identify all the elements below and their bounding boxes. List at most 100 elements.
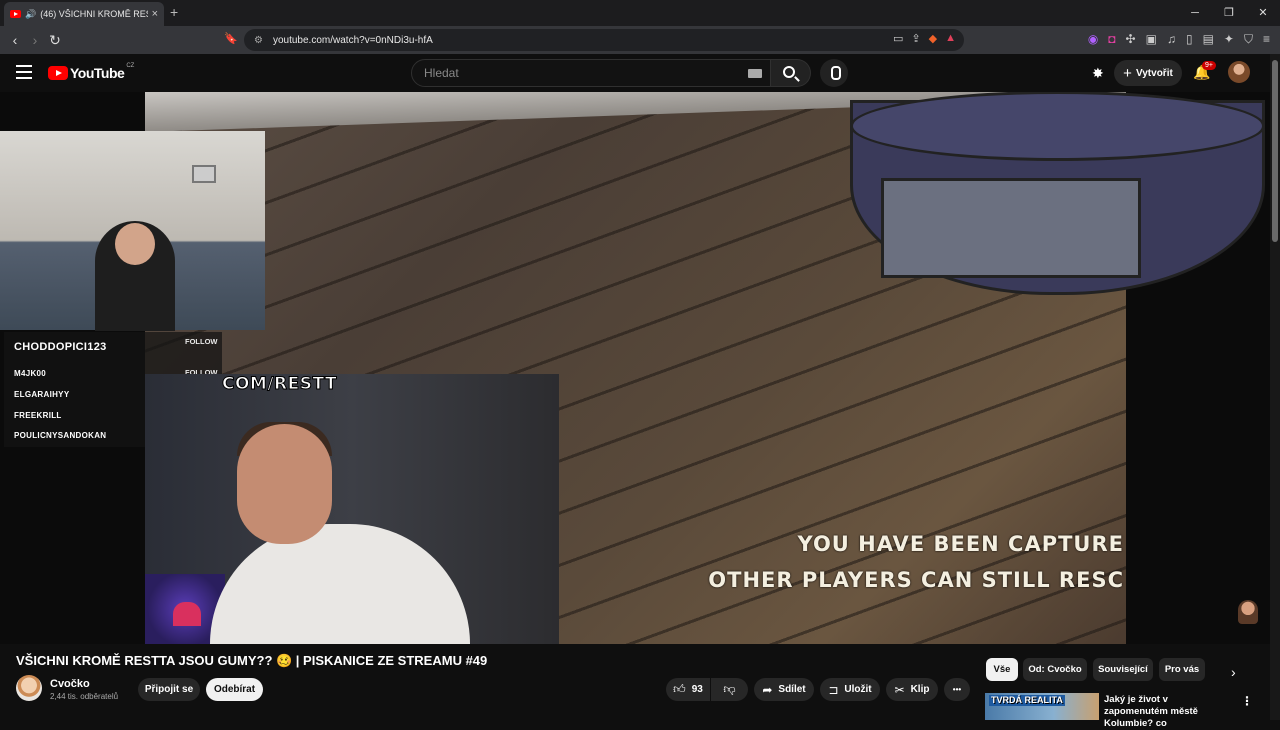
streamer-webcam-1 xyxy=(0,131,265,331)
save-label: Uložit xyxy=(844,684,872,695)
sidebar-icon[interactable]: ▯ xyxy=(1186,32,1193,47)
share-arrow-icon: ➦ xyxy=(762,682,773,697)
follower-row: FREEKRILL xyxy=(14,411,62,420)
clip-button[interactable]: ✂ Klip xyxy=(886,678,938,701)
browser-tabbar: 🔊 (46) VŠICHNI KROMĚ RESTTA × + ─ ❐ ✕ xyxy=(0,0,1280,26)
join-label: Připojit se xyxy=(144,684,194,695)
robot-lid xyxy=(850,92,1265,161)
stream-url-banner: COM/RESTT xyxy=(221,374,338,395)
wallet-icon[interactable]: ▤ xyxy=(1203,32,1214,47)
site-info-icon[interactable]: ⚙ xyxy=(254,35,263,46)
plus-icon: + xyxy=(1123,64,1132,82)
recommendation-title[interactable]: Jaký je život v zapomenutém městě Kolumb… xyxy=(1104,694,1234,730)
subscribe-button[interactable]: Odebírat xyxy=(206,678,263,701)
share-button[interactable]: ➦ Sdílet xyxy=(754,678,814,701)
thumbnail-text: TVRDÁ REALITA xyxy=(989,695,1065,706)
chevron-right-icon[interactable]: › xyxy=(1231,664,1236,680)
window-controls: ─ ❐ ✕ xyxy=(1178,0,1280,26)
clip-label: Klip xyxy=(910,684,930,695)
follower-row: ELGARAIHYY xyxy=(14,390,70,399)
channel-name[interactable]: Cvočko xyxy=(50,678,90,690)
subscribe-label: Odebírat xyxy=(213,684,256,695)
hamburger-menu-icon[interactable] xyxy=(16,65,32,79)
youtube-favicon-icon xyxy=(10,10,21,18)
create-label: Vytvořit xyxy=(1135,67,1173,79)
streamer-head xyxy=(115,223,155,265)
notification-badge: 9+ xyxy=(1202,61,1216,70)
streamer-face xyxy=(237,424,332,544)
channel-avatar[interactable] xyxy=(16,675,42,701)
cast-yt-icon[interactable]: ✸ xyxy=(1092,65,1104,82)
video-player[interactable]: YOU HAVE BEEN CAPTURE OTHER PLAYERS CAN … xyxy=(0,92,1270,644)
voice-search-button[interactable] xyxy=(820,59,848,87)
search-button[interactable] xyxy=(771,59,811,87)
join-button[interactable]: Připojit se xyxy=(138,678,200,701)
vpn-shield-icon[interactable]: ⛉ xyxy=(1244,32,1253,47)
scissors-icon: ✂ xyxy=(894,682,905,697)
recommendation-more-icon[interactable]: ⋮ xyxy=(1241,694,1253,708)
media-icon[interactable]: ♫ xyxy=(1167,32,1176,47)
cast-icon[interactable]: ▭ xyxy=(893,32,903,45)
thumbs-down-icon: 👎︎ xyxy=(723,682,736,696)
recommendation-thumbnail[interactable]: TVRDÁ REALITA xyxy=(985,693,1099,720)
search-box xyxy=(411,59,771,87)
extension-pink-icon[interactable]: ◘ xyxy=(1108,32,1115,47)
search-input[interactable] xyxy=(412,60,712,86)
save-button[interactable]: ⊐ Uložit xyxy=(820,678,880,701)
subscriber-count: 2,44 tis. odběratelů xyxy=(50,692,119,701)
speaker-icon[interactable]: 🔊 xyxy=(25,9,36,20)
account-avatar[interactable] xyxy=(1228,61,1250,83)
scrollbar-thumb[interactable] xyxy=(1272,60,1278,242)
youtube-logo[interactable]: YouTube CZ xyxy=(48,63,135,81)
like-button[interactable]: 👍︎ 93 xyxy=(666,678,710,701)
chip-for-you[interactable]: Pro vás xyxy=(1159,658,1205,681)
save-bookmark-icon: ⊐ xyxy=(828,682,839,697)
share-page-icon[interactable]: ⇪ xyxy=(911,32,920,45)
extensions-area: ◉ ◘ ✣ ▣ ♫ ▯ ▤ ✦ ⛉ ≡ xyxy=(1088,32,1270,47)
extensions-puzzle-icon[interactable]: ✣ xyxy=(1126,32,1136,47)
youtube-play-icon xyxy=(48,66,68,80)
new-tab-button[interactable]: + xyxy=(170,4,178,20)
robot-vacuum xyxy=(850,92,1265,295)
tab-title: (46) VŠICHNI KROMĚ RESTTA xyxy=(40,9,147,19)
url-text: youtube.com/watch?v=0nNDi3u-hfA xyxy=(272,34,433,46)
screenshot-icon[interactable]: ▣ xyxy=(1146,32,1157,47)
share-label: Sdílet xyxy=(778,684,806,695)
wall-picture xyxy=(192,165,216,183)
browser-menu-icon[interactable]: ≡ xyxy=(1263,32,1270,47)
page-scrollbar[interactable] xyxy=(1270,54,1280,720)
create-button[interactable]: + Vytvořit xyxy=(1114,60,1182,86)
robot-window xyxy=(881,178,1141,278)
chip-all[interactable]: Vše xyxy=(986,658,1018,681)
floating-avatar-icon[interactable] xyxy=(1238,600,1258,624)
chip-from-channel[interactable]: Od: Cvočko xyxy=(1023,658,1087,681)
dislike-button[interactable]: 👎︎ xyxy=(711,678,748,701)
keyboard-icon[interactable] xyxy=(748,69,762,78)
search-icon xyxy=(783,66,795,78)
maximize-icon[interactable]: ❐ xyxy=(1212,0,1246,26)
browser-tab[interactable]: 🔊 (46) VŠICHNI KROMĚ RESTTA × xyxy=(4,2,164,26)
follower-row: M4JK00 xyxy=(14,369,47,378)
brave-rewards-icon[interactable]: ▲ xyxy=(945,32,956,45)
chip-related[interactable]: Související xyxy=(1093,658,1153,681)
streamer-webcam-2 xyxy=(145,374,559,644)
follower-row: POULICNYSANDOKAN xyxy=(14,431,107,440)
brave-shield-icon[interactable]: ◆ xyxy=(929,32,937,45)
forward-icon[interactable]: › xyxy=(25,32,45,48)
extension-purple-icon[interactable]: ◉ xyxy=(1088,32,1098,47)
country-code: CZ xyxy=(126,63,135,69)
heart-sticker-icon xyxy=(173,602,201,626)
more-actions-button[interactable]: ••• xyxy=(944,678,970,701)
reload-icon[interactable]: ↻ xyxy=(45,32,65,49)
youtube-header: YouTube CZ ✸ + Vytvořit 🔔 9+ xyxy=(0,54,1280,92)
back-icon[interactable]: ‹ xyxy=(5,32,25,48)
follow-tag: FOLLOW xyxy=(185,337,218,346)
leo-ai-icon[interactable]: ✦ xyxy=(1224,32,1234,47)
address-bar[interactable]: ⚙ youtube.com/watch?v=0nNDi3u-hfA ▭ ⇪ ◆ … xyxy=(244,29,964,51)
youtube-wordmark: YouTube xyxy=(70,65,125,81)
minimize-icon[interactable]: ─ xyxy=(1178,0,1212,26)
tab-close-icon[interactable]: × xyxy=(152,8,158,20)
bookmark-icon[interactable]: 🔖 xyxy=(224,32,238,45)
close-window-icon[interactable]: ✕ xyxy=(1246,0,1280,26)
follower-main: CHODDOPICI123 xyxy=(14,341,107,353)
